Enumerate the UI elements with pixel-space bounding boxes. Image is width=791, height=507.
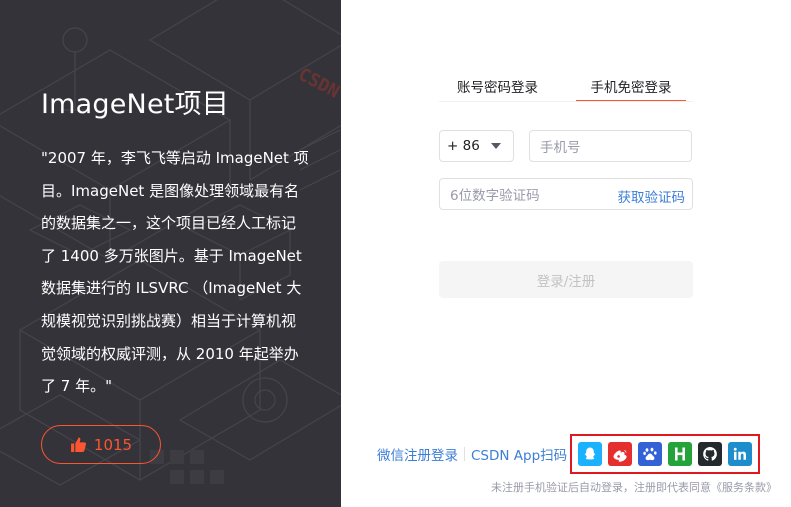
login-register-button[interactable]: 登录/注册 <box>439 261 693 298</box>
github-icon <box>703 447 717 461</box>
baidu-login-button[interactable] <box>638 442 662 466</box>
caret-down-icon <box>491 143 501 149</box>
tab-sms-login[interactable]: 手机免密登录 <box>576 78 686 102</box>
linkedin-icon <box>733 447 746 460</box>
login-panel: 账号密码登录 手机免密登录 + 86 手机号 6位数字验证码 获取验证码 登录/… <box>341 0 791 507</box>
app-scan-link[interactable]: CSDN App扫码 <box>471 444 567 464</box>
weibo-icon <box>613 450 627 462</box>
agreement-note: 未注册手机验证后自动登录，注册即代表同意 <box>491 481 711 494</box>
qq-icon <box>584 447 596 460</box>
github-login-button[interactable] <box>698 442 722 466</box>
get-code-button[interactable]: 获取验证码 <box>618 186 686 206</box>
agreement-text: 未注册手机验证后自动登录，注册即代表同意《服务条款》 <box>491 479 777 495</box>
promo-title: ImageNet项目 <box>41 89 229 120</box>
link-divider <box>464 447 465 461</box>
social-login-box <box>570 434 760 474</box>
weibo-login-button[interactable] <box>608 442 632 466</box>
thumbs-up-icon <box>70 437 86 452</box>
terms-of-service-link[interactable]: 《服务条款》 <box>711 481 777 494</box>
baidu-icon <box>643 447 657 461</box>
promo-panel: CSDN ImageNet项目 "2007 年，李飞飞等启动 ImageNet … <box>0 0 341 507</box>
country-code-value: + 86 <box>447 138 480 154</box>
linkedin-login-button[interactable] <box>728 442 752 466</box>
verification-code-input[interactable]: 6位数字验证码 获取验证码 <box>439 178 693 210</box>
code-placeholder: 6位数字验证码 <box>450 188 540 204</box>
huawei-icon <box>675 447 685 461</box>
wechat-login-link[interactable]: 微信注册登录 <box>377 444 458 464</box>
qq-login-button[interactable] <box>578 442 602 466</box>
promo-quote: "2007 年，李飞飞等启动 ImageNet 项目。ImageNet 是图像处… <box>41 149 309 396</box>
like-button[interactable]: 1015 <box>41 425 161 464</box>
tab-password-login[interactable]: 账号密码登录 <box>457 78 538 102</box>
login-tabs: 账号密码登录 手机免密登录 <box>439 78 693 102</box>
country-code-select[interactable]: + 86 <box>439 130 514 162</box>
phone-placeholder: 手机号 <box>540 140 581 156</box>
third-party-links: 微信注册登录 CSDN App扫码 <box>377 443 567 465</box>
tabs-divider <box>439 101 693 102</box>
huawei-login-button[interactable] <box>668 442 692 466</box>
phone-input[interactable]: 手机号 <box>529 130 692 162</box>
like-count: 1015 <box>93 435 133 454</box>
